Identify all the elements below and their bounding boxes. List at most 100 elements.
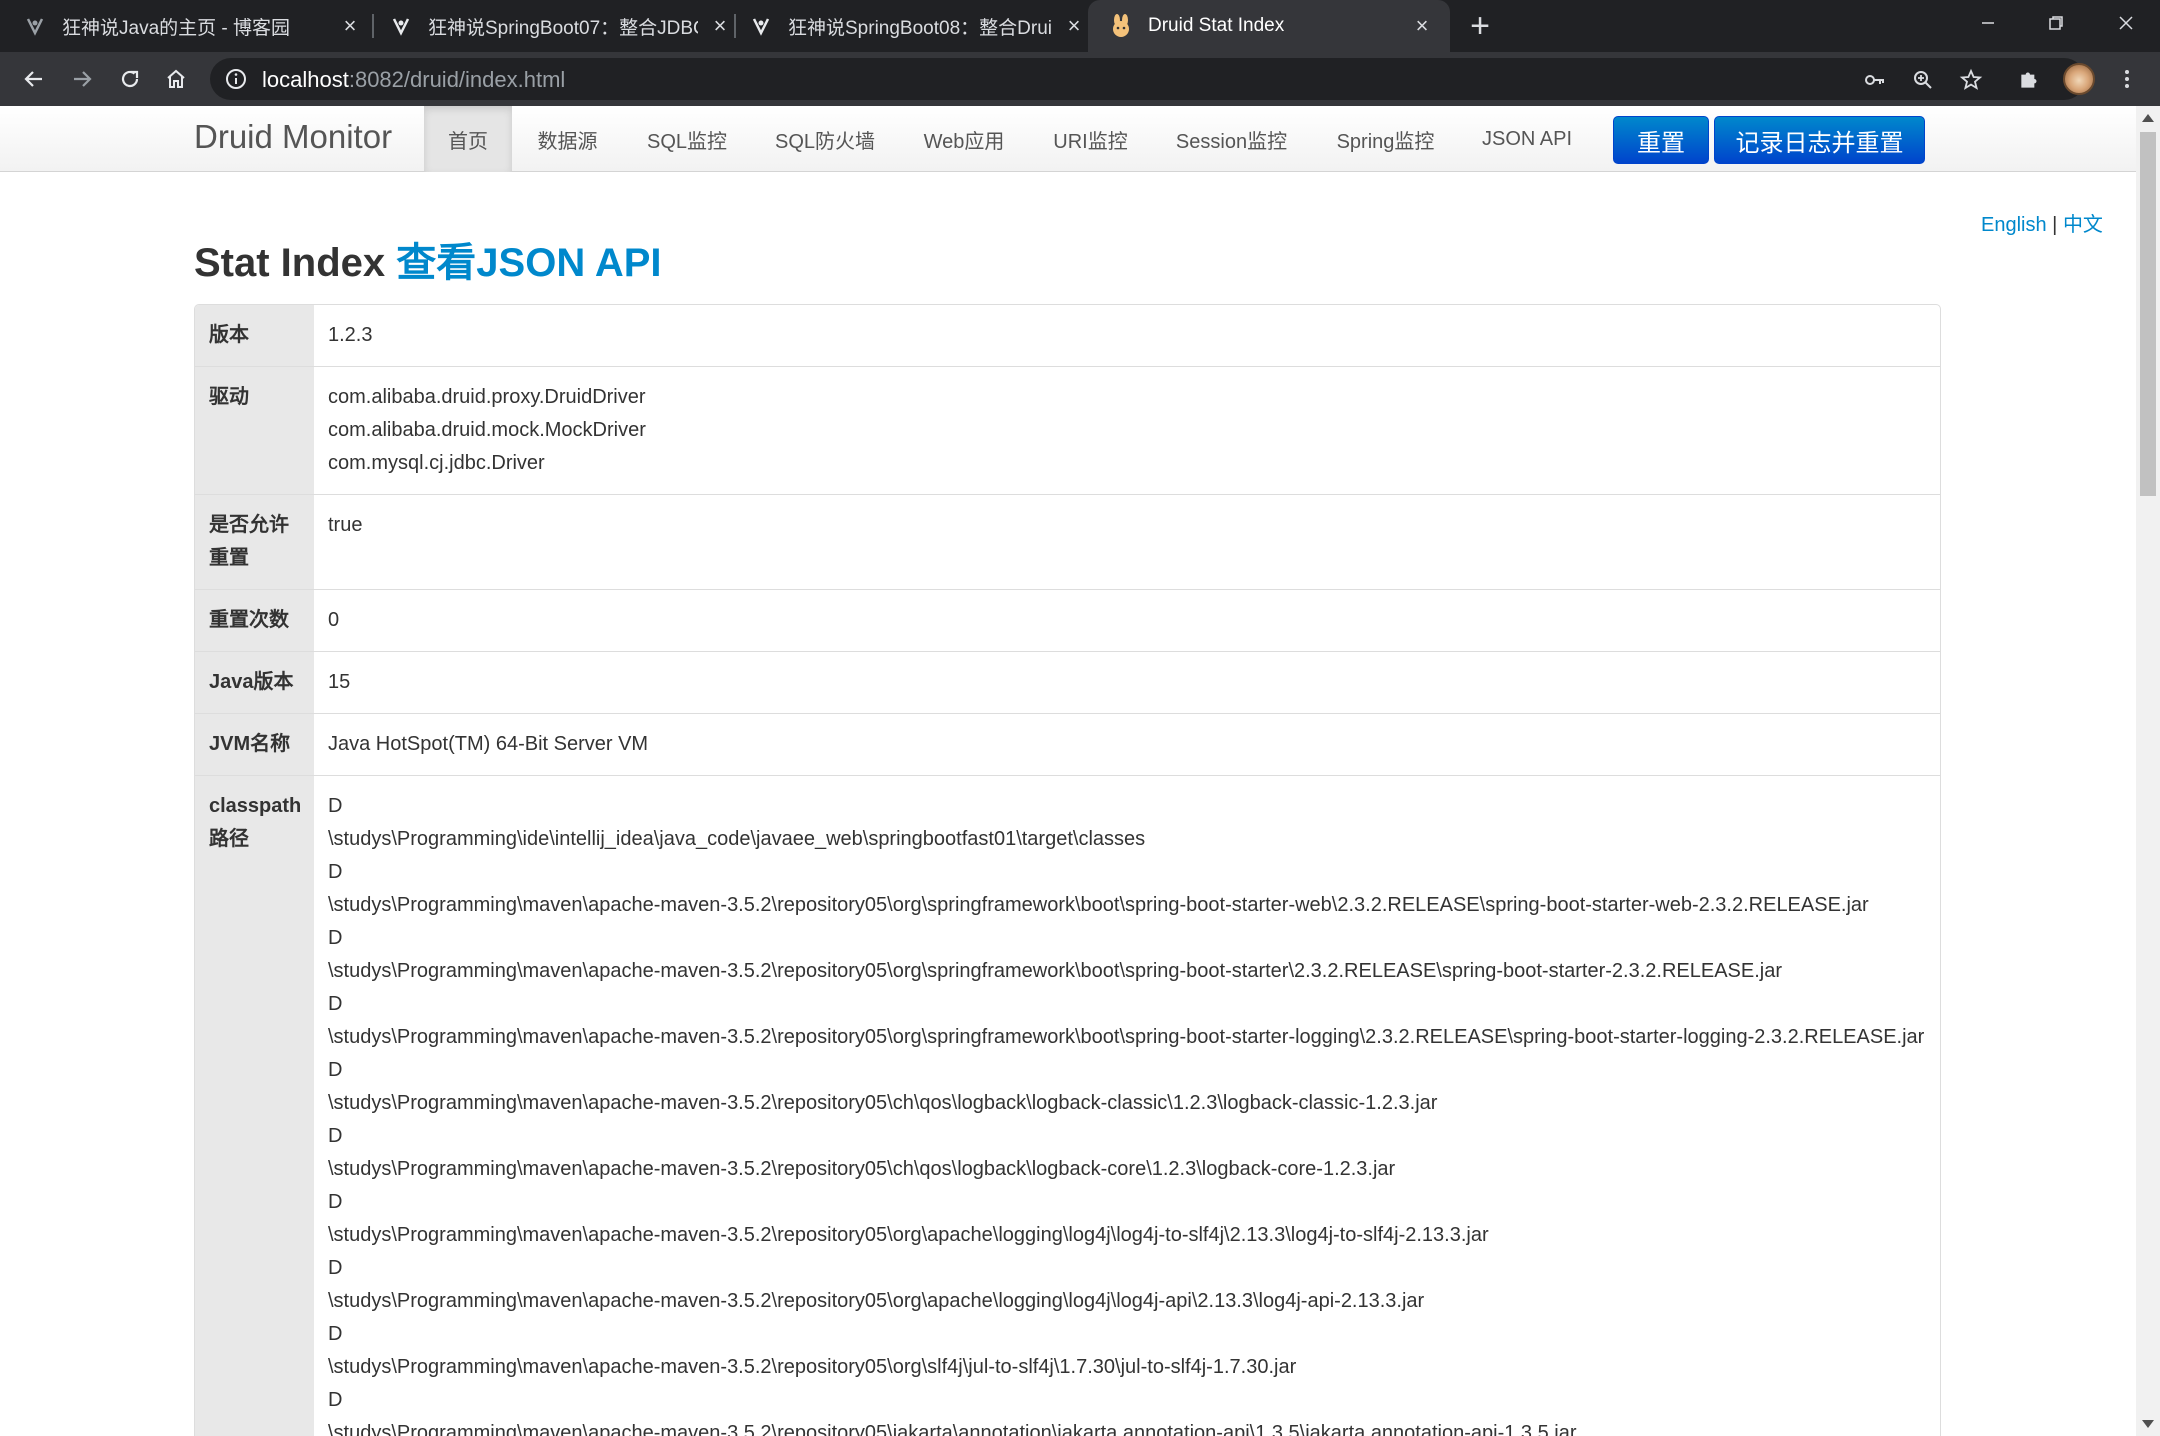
browser-tab[interactable]: 狂神说SpringBoot07：整合JDBC × bbox=[388, 0, 732, 52]
close-tab-icon[interactable]: × bbox=[1062, 13, 1086, 38]
classpath-line: D bbox=[328, 1257, 343, 1279]
classpath-line: \studys\Programming\maven\apache-maven-3… bbox=[328, 1290, 1425, 1312]
tab-separator bbox=[372, 14, 374, 38]
nav-spring-monitor[interactable]: Spring监控 bbox=[1311, 106, 1460, 172]
info-icon[interactable] bbox=[224, 67, 248, 91]
cnblogs-icon bbox=[388, 13, 414, 39]
row-label-reset-enable: 是否允许重置 bbox=[195, 495, 314, 589]
tab-title: Druid Stat Index bbox=[1148, 15, 1285, 36]
row-value-reset-count: 0 bbox=[328, 609, 340, 631]
classpath-line: D bbox=[328, 861, 343, 883]
forward-arrow-icon bbox=[74, 71, 92, 87]
extensions-puzzle-icon[interactable] bbox=[2015, 64, 2045, 94]
table-row: classpath路径 D \studys\Programming\ide\in… bbox=[195, 775, 1940, 1436]
classpath-line: D bbox=[328, 1389, 343, 1411]
nav-datasource[interactable]: 数据源 bbox=[512, 106, 623, 172]
row-value-jvm-name: Java HotSpot(TM) 64-Bit Server VM bbox=[328, 733, 649, 755]
restore-button[interactable] bbox=[2024, 0, 2088, 46]
page-title: Stat Index 查看JSON API bbox=[194, 230, 662, 288]
lang-chinese-link[interactable]: 中文 bbox=[2063, 214, 2103, 236]
classpath-line: D bbox=[328, 1323, 343, 1345]
row-label-reset-count: 重置次数 bbox=[195, 590, 314, 651]
forward-button[interactable] bbox=[64, 61, 100, 97]
reload-icon bbox=[121, 70, 139, 88]
zoom-icon[interactable] bbox=[1910, 67, 1936, 93]
classpath-line: \studys\Programming\maven\apache-maven-3… bbox=[328, 1092, 1438, 1114]
tab-title: 狂神说SpringBoot07：整合JDBC bbox=[428, 17, 698, 39]
close-tab-icon[interactable]: × bbox=[1410, 13, 1434, 38]
lang-english-link[interactable]: English bbox=[1981, 214, 2047, 236]
tab-title: 狂神说Java的主页 - 博客园 bbox=[62, 17, 291, 39]
classpath-line: D bbox=[328, 1191, 343, 1213]
row-label-classpath: classpath路径 bbox=[195, 776, 314, 1436]
bookmark-star-icon[interactable] bbox=[1958, 67, 1984, 93]
table-row: 版本 1.2.3 bbox=[195, 305, 1940, 366]
nav-web-app[interactable]: Web应用 bbox=[899, 106, 1029, 172]
browser-tab[interactable]: 狂神说SpringBoot08：整合Druid × bbox=[748, 0, 1086, 52]
nav-sql-monitor[interactable]: SQL监控 bbox=[623, 106, 751, 172]
brand[interactable]: Druid Monitor bbox=[194, 118, 392, 156]
stat-table: 版本 1.2.3 驱动 com.alibaba.druid.proxy.Drui… bbox=[194, 304, 1941, 1436]
browser-toolbar: localhost:8082/druid/index.html bbox=[0, 52, 2160, 106]
table-row: 驱动 com.alibaba.druid.proxy.DruidDriver c… bbox=[195, 366, 1940, 494]
row-value-version: 1.2.3 bbox=[328, 324, 373, 346]
classpath-line: \studys\Programming\maven\apache-maven-3… bbox=[328, 1224, 1489, 1246]
cnblogs-icon bbox=[748, 13, 774, 39]
tab-separator bbox=[734, 14, 736, 38]
row-value-reset-enable: true bbox=[328, 514, 363, 536]
classpath-line: \studys\Programming\maven\apache-maven-3… bbox=[328, 1026, 1925, 1048]
row-value-java-version: 15 bbox=[328, 671, 351, 693]
table-row: 是否允许重置 true bbox=[195, 494, 1940, 589]
classpath-line: D bbox=[328, 1059, 343, 1081]
back-button[interactable] bbox=[16, 61, 52, 97]
close-tab-icon[interactable]: × bbox=[338, 13, 362, 38]
cnblogs-icon bbox=[22, 13, 48, 39]
row-value-drivers: com.alibaba.druid.proxy.DruidDriver com.… bbox=[314, 367, 1940, 494]
nav-json-api[interactable]: JSON API bbox=[1460, 106, 1594, 172]
close-window-button[interactable] bbox=[2094, 0, 2158, 46]
nav-home[interactable]: 首页 bbox=[424, 106, 512, 172]
url-path: :8082/druid/index.html bbox=[348, 67, 566, 92]
driver-item: com.mysql.cj.jdbc.Driver bbox=[328, 452, 545, 474]
profile-avatar[interactable] bbox=[2063, 63, 2095, 95]
close-tab-icon[interactable]: × bbox=[708, 13, 732, 38]
classpath-line: D bbox=[328, 795, 343, 817]
browser-tab-active[interactable]: Druid Stat Index × bbox=[1088, 0, 1450, 52]
row-value-classpath: D \studys\Programming\ide\intellij_idea\… bbox=[314, 776, 1940, 1436]
reload-button[interactable] bbox=[112, 61, 148, 97]
scroll-up-arrow-icon[interactable] bbox=[2142, 114, 2154, 122]
home-button[interactable] bbox=[158, 61, 194, 97]
row-label-version: 版本 bbox=[195, 305, 314, 366]
classpath-line: \studys\Programming\maven\apache-maven-3… bbox=[328, 1158, 1396, 1180]
druid-navbar: Druid Monitor 首页 数据源 SQL监控 SQL防火墙 Web应用 … bbox=[0, 106, 2136, 172]
page-scrollbar[interactable] bbox=[2136, 106, 2160, 1436]
scrollbar-thumb[interactable] bbox=[2140, 132, 2156, 496]
table-row: Java版本 15 bbox=[195, 651, 1940, 713]
classpath-line: D bbox=[328, 927, 343, 949]
new-tab-button[interactable]: + bbox=[1462, 7, 1498, 45]
language-switcher: English | 中文 bbox=[1981, 208, 2103, 237]
url-host: localhost bbox=[262, 67, 349, 92]
minimize-button[interactable] bbox=[1956, 0, 2020, 46]
nav-session-monitor[interactable]: Session监控 bbox=[1152, 106, 1311, 172]
nav-uri-monitor[interactable]: URI监控 bbox=[1029, 106, 1152, 172]
classpath-line: D bbox=[328, 993, 343, 1015]
driver-item: com.alibaba.druid.mock.MockDriver bbox=[328, 419, 646, 441]
lang-separator: | bbox=[2052, 214, 2058, 236]
nav-sql-firewall[interactable]: SQL防火墙 bbox=[751, 106, 899, 172]
address-bar[interactable]: localhost:8082/druid/index.html bbox=[210, 58, 2085, 100]
classpath-line: \studys\Programming\maven\apache-maven-3… bbox=[328, 960, 1783, 982]
key-icon[interactable] bbox=[1862, 67, 1888, 93]
classpath-line: D bbox=[328, 1125, 343, 1147]
druid-icon bbox=[1108, 13, 1134, 39]
classpath-line: \studys\Programming\ide\intellij_idea\ja… bbox=[328, 828, 1146, 850]
menu-kebab-icon[interactable] bbox=[2112, 64, 2142, 94]
address-url[interactable]: localhost:8082/druid/index.html bbox=[262, 67, 565, 93]
browser-tab[interactable]: 狂神说Java的主页 - 博客园 × bbox=[22, 0, 362, 52]
log-and-reset-button[interactable]: 记录日志并重置 bbox=[1714, 116, 1925, 164]
back-arrow-icon bbox=[24, 71, 42, 87]
scroll-down-arrow-icon[interactable] bbox=[2142, 1420, 2154, 1428]
view-json-api-link[interactable]: 查看JSON API bbox=[396, 241, 661, 285]
classpath-line: \studys\Programming\maven\apache-maven-3… bbox=[328, 1356, 1297, 1378]
reset-button[interactable]: 重置 bbox=[1613, 116, 1709, 164]
